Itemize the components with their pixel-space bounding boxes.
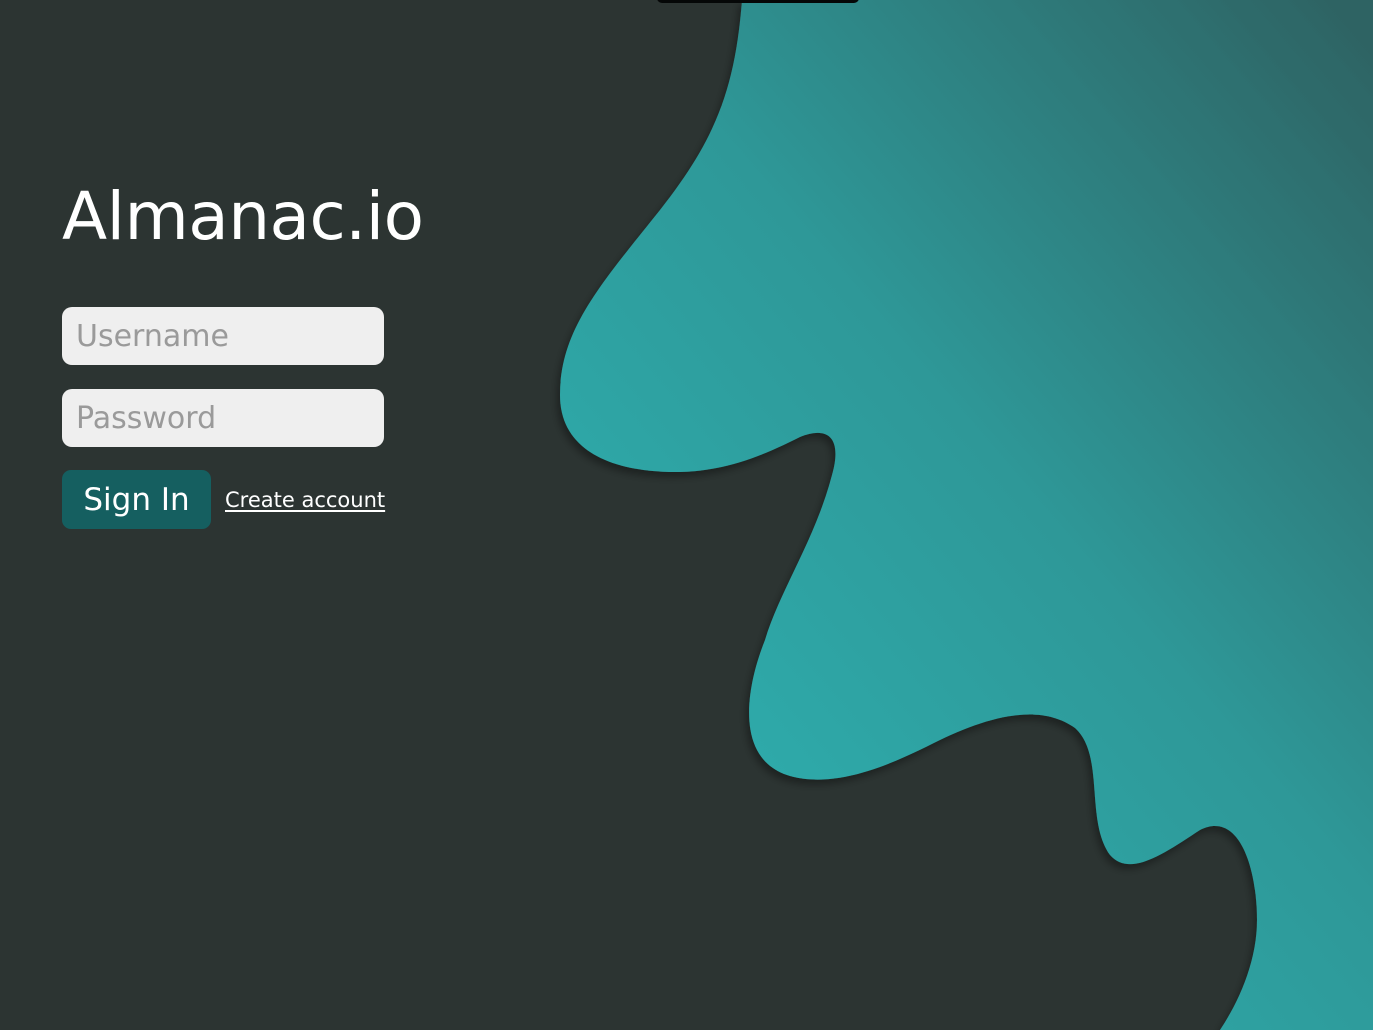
sign-in-button[interactable]: Sign In xyxy=(62,470,211,529)
create-account-link[interactable]: Create account xyxy=(225,488,385,512)
login-actions: Sign In Create account xyxy=(62,470,442,529)
teal-wave-shape xyxy=(560,0,1373,1030)
app-title: Almanac.io xyxy=(62,178,424,255)
top-notch-bar xyxy=(657,0,859,3)
login-panel: Almanac.io Sign In Create account xyxy=(62,178,442,529)
login-page: Almanac.io Sign In Create account xyxy=(0,0,1373,1030)
password-input[interactable] xyxy=(62,389,384,447)
username-input[interactable] xyxy=(62,307,384,365)
